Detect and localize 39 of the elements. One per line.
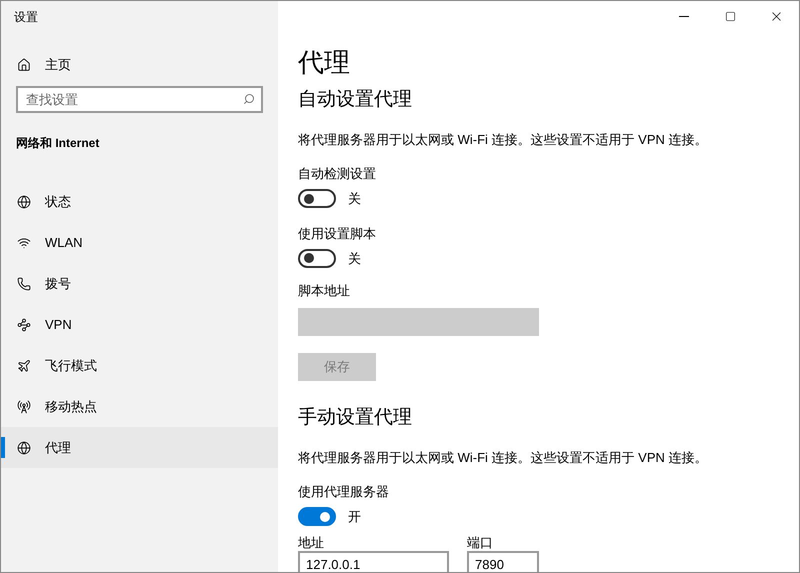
input-field[interactable]: 127.0.0.1 <box>298 550 449 572</box>
toggle-state: 关 <box>348 190 361 208</box>
setting-label: 使用设置脚本 <box>298 224 377 242</box>
nav-item[interactable]: WLAN <box>1 222 278 263</box>
window-title: 设置 <box>14 9 39 25</box>
field-label: 地址 <box>298 534 325 550</box>
globe-icon <box>17 440 31 454</box>
section-heading: 手动设置代理 <box>298 406 413 430</box>
antenna-icon <box>17 400 31 414</box>
globe-icon <box>17 194 31 208</box>
toggle-state: 关 <box>348 250 361 268</box>
toggle-switch[interactable] <box>298 189 336 208</box>
home-link[interactable]: 主页 <box>45 55 71 75</box>
page-title: 代理 <box>298 46 351 79</box>
setting-label: 脚本地址 <box>298 282 351 300</box>
section-heading: 自动设置代理 <box>298 88 413 112</box>
input-field[interactable]: 7890 <box>467 550 539 572</box>
link-icon <box>17 318 31 332</box>
search-icon[interactable] <box>243 93 255 105</box>
setting-label: 自动检测设置 <box>298 165 377 183</box>
nav-item[interactable]: 飞行模式 <box>1 345 278 386</box>
toggle-switch[interactable] <box>298 507 336 526</box>
nav-item[interactable]: 代理 <box>1 427 278 468</box>
setting-label: 使用代理服务器 <box>298 483 390 501</box>
nav-item[interactable]: 状态 <box>1 181 278 222</box>
airplane-icon <box>17 358 31 372</box>
section-description: 将代理服务器用于以太网或 Wi-Fi 连接。这些设置不适用于 VPN 连接。 <box>298 449 708 467</box>
nav-item[interactable]: 移动热点 <box>1 386 278 427</box>
toggle-switch[interactable] <box>298 248 336 268</box>
section-description: 将代理服务器用于以太网或 Wi-Fi 连接。这些设置不适用于 VPN 连接。 <box>298 131 708 149</box>
field-label: 端口 <box>467 534 494 550</box>
phone-icon <box>17 276 31 290</box>
nav-item[interactable]: VPN <box>1 304 278 345</box>
toggle-state: 开 <box>348 508 361 526</box>
section-title: 网络和 Internet <box>16 135 100 151</box>
nav-item[interactable]: 拨号 <box>1 263 278 304</box>
maximize-icon <box>724 10 736 22</box>
home-icon <box>17 58 31 72</box>
search-field[interactable]: 查找设置 <box>16 86 263 113</box>
